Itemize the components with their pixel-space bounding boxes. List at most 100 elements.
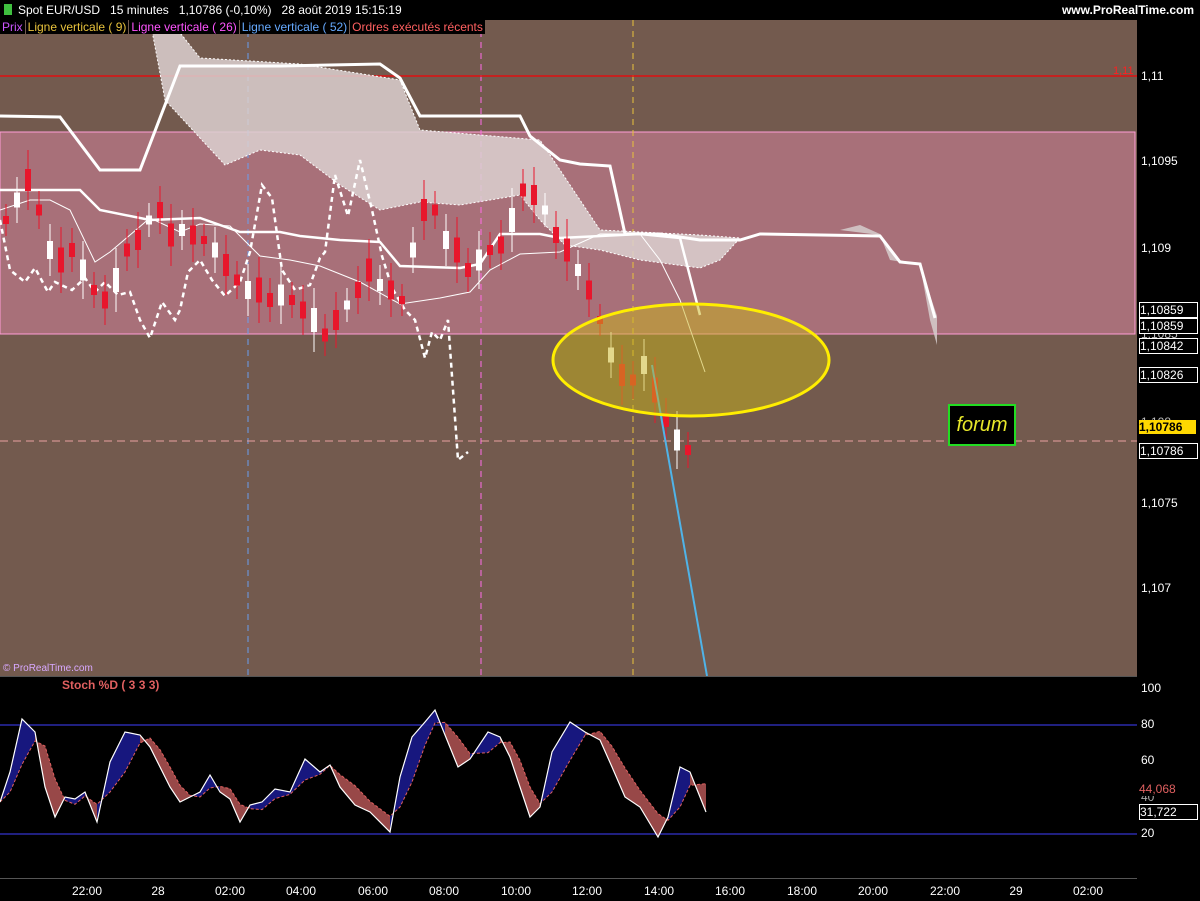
- stoch-fill-segment: [680, 767, 690, 807]
- stoch-fill-segment: [160, 749, 170, 787]
- stoch-d-label: Stoch %D ( 3 3 3): [60, 678, 162, 692]
- stoch-fill: [0, 710, 706, 837]
- candle-body: [212, 242, 218, 258]
- candle-body: [454, 237, 460, 263]
- candle-body: [366, 258, 372, 282]
- stoch-tick: 20: [1141, 826, 1155, 840]
- stoch-fill-segment: [230, 788, 240, 822]
- price-chart-svg: 1,11: [0, 20, 1137, 676]
- candle-body: [344, 300, 350, 310]
- candle-body: [443, 231, 449, 249]
- candle-body: [289, 295, 295, 305]
- stoch-tick: 60: [1141, 753, 1155, 767]
- candle-body: [685, 445, 691, 455]
- instrument-name: Spot EUR/USD: [18, 3, 101, 17]
- candle-body: [256, 277, 262, 303]
- stoch-fill-segment: [570, 722, 585, 761]
- brand-link[interactable]: www.ProRealTime.com: [1062, 3, 1194, 17]
- candle-body: [168, 223, 174, 247]
- stoch-legend: Stoch %K Stoch %D ( 3 3 3): [0, 678, 162, 692]
- candle-body: [3, 216, 9, 224]
- candle-body: [311, 308, 317, 332]
- status-icon: [4, 4, 12, 15]
- legend-item[interactable]: Ligne verticale ( 52): [239, 20, 350, 34]
- candle-body: [80, 259, 86, 281]
- candle-body: [278, 284, 284, 306]
- time-tick: 20:00: [857, 884, 889, 898]
- candle-body: [465, 263, 471, 277]
- time-tick: 08:00: [428, 884, 460, 898]
- stoch-k-label: Stoch %K: [0, 678, 61, 692]
- price-chart[interactable]: 1,11: [0, 20, 1137, 676]
- candle-body: [520, 183, 526, 197]
- stoch-fill-segment: [45, 746, 55, 817]
- price-box: 1,10859: [1139, 302, 1198, 318]
- stoch-fill-segment: [510, 742, 520, 787]
- candle-body: [377, 279, 383, 291]
- candle-body: [542, 205, 548, 215]
- stoch-fill-segment: [150, 738, 160, 767]
- price-tick: 1,107: [1141, 581, 1172, 595]
- candle-body: [69, 243, 75, 257]
- indicator-legend: Prix Ligne verticale ( 9) Ligne verticale …: [0, 20, 486, 35]
- price-box: 1,10786: [1139, 443, 1198, 459]
- legend-item[interactable]: Ligne verticale ( 9): [25, 20, 129, 34]
- stoch-axis: 100 80 60 40 20 44,068 31,722: [1137, 676, 1200, 878]
- price-box: 1,10842: [1139, 338, 1198, 354]
- watermark: © ProRealTime.com: [3, 663, 93, 674]
- time-tick: 10:00: [500, 884, 532, 898]
- candle-body: [476, 249, 482, 271]
- legend-item[interactable]: Ordres exécutés récents: [350, 20, 485, 34]
- forum-label[interactable]: forum: [948, 404, 1016, 446]
- candle-body: [432, 204, 438, 216]
- legend-item[interactable]: Prix: [0, 20, 25, 34]
- price-tick: 1,11: [1141, 69, 1164, 83]
- candle-body: [300, 301, 306, 319]
- time-tick: 02:00: [214, 884, 246, 898]
- candle-body: [245, 281, 251, 299]
- candle-body: [58, 247, 64, 273]
- candle-body: [322, 328, 328, 342]
- candle-body: [124, 243, 130, 257]
- price-box: 1,10859: [1139, 318, 1198, 334]
- time-tick: 22:00: [929, 884, 961, 898]
- candle-body: [47, 241, 53, 259]
- stoch-fill-segment: [520, 760, 530, 817]
- time-tick: 16:00: [714, 884, 746, 898]
- candle-body: [410, 242, 416, 258]
- stochastic-panel[interactable]: [0, 676, 1137, 879]
- candle-body: [113, 268, 119, 292]
- current-price-box: 1,10786: [1139, 420, 1196, 434]
- candle-body: [201, 236, 207, 244]
- candle-body: [190, 225, 196, 245]
- time-axis: 22:00 28 02:00 04:00 06:00 08:00 10:00 1…: [0, 878, 1137, 901]
- price-axis[interactable]: 1,11 1,1095 1,109 1,1085 1,108 1,1075 1,…: [1137, 20, 1200, 676]
- candle-body: [509, 208, 515, 232]
- stoch-fill-segment: [552, 722, 570, 792]
- candle-body: [102, 291, 108, 309]
- time-tick: 06:00: [357, 884, 389, 898]
- stoch-fill-segment: [125, 732, 140, 772]
- stoch-box: 44,068: [1139, 782, 1196, 796]
- candle-body: [135, 230, 141, 250]
- price-box: 1,10826: [1139, 367, 1198, 383]
- candle-body: [531, 185, 537, 205]
- candle-body: [564, 238, 570, 262]
- candle-body: [25, 169, 31, 191]
- legend-item[interactable]: Ligne verticale ( 26): [129, 20, 239, 34]
- stoch-box: 31,722: [1139, 804, 1198, 820]
- stoch-fill-segment: [10, 719, 22, 792]
- stoch-tick: 80: [1141, 717, 1155, 731]
- time-tick: 18:00: [786, 884, 818, 898]
- price-tick: 1,109: [1141, 241, 1172, 255]
- candle-body: [399, 296, 405, 304]
- stoch-fill-segment: [445, 722, 458, 767]
- candle-body: [91, 285, 97, 295]
- candle-body: [498, 236, 504, 254]
- candle-body: [586, 280, 592, 300]
- price-tick: 1,1095: [1141, 154, 1178, 168]
- candle-body: [146, 215, 152, 225]
- stoch-fill-segment: [370, 801, 390, 832]
- highlight-ellipse: [551, 302, 831, 418]
- candle-body: [36, 204, 42, 216]
